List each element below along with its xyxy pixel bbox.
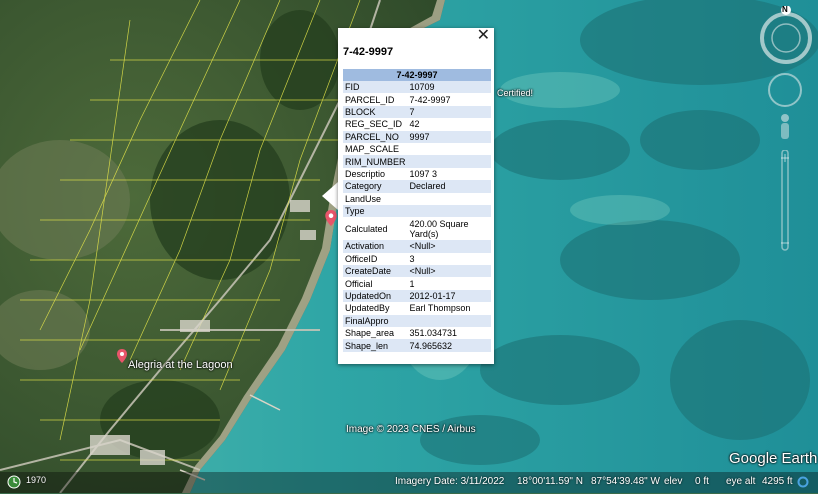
- table-row: BLOCK 7: [343, 105, 491, 119]
- table-row: PARCEL_NO 9997: [343, 130, 491, 143]
- table-row: Shape_len 74.965632: [343, 339, 491, 352]
- compass-ring[interactable]: [758, 5, 814, 71]
- attribute-key: UpdatedBy: [343, 302, 408, 315]
- attribute-value: [407, 314, 491, 328]
- longitude-readout: 87°54'39.48" W: [591, 476, 660, 487]
- attribute-value: 74.965632: [407, 339, 491, 352]
- attribute-key: UpdatedOn: [343, 289, 408, 303]
- attribute-key: FID: [343, 81, 408, 94]
- attribute-value: [407, 142, 491, 156]
- attribute-value: [407, 155, 491, 168]
- place-label[interactable]: Alegria at the Lagoon: [128, 359, 233, 371]
- attribute-value: 420.00 Square Yard(s): [407, 217, 491, 241]
- attribute-table: 7-42-9997 FID 10709 PARCEL_ID 7-42-9997 BLOC…: [343, 69, 491, 352]
- selected-pin-icon[interactable]: [325, 210, 337, 231]
- table-row: Official 1: [343, 277, 491, 290]
- table-row: Activation <Null>: [343, 240, 491, 253]
- popup-pointer: [322, 182, 338, 210]
- attribute-key: BLOCK: [343, 105, 408, 119]
- attribute-value: 1097 3: [407, 167, 491, 181]
- table-header: 7-42-9997: [343, 69, 491, 81]
- table-row: Type: [343, 204, 491, 218]
- table-row: MAP_SCALE: [343, 142, 491, 156]
- attribute-key: FinalAppro: [343, 314, 408, 328]
- attribute-key: REG_SEC_ID: [343, 118, 408, 131]
- table-row: PARCEL_ID 7-42-9997: [343, 93, 491, 106]
- table-row: Shape_area 351.034731: [343, 327, 491, 340]
- imagery-date: Imagery Date: 3/11/2022: [395, 476, 505, 487]
- close-icon[interactable]: ✕: [477, 28, 490, 44]
- table-row: Descriptio 1097 3: [343, 167, 491, 181]
- imagery-attribution: Image © 2023 CNES / Airbus: [346, 424, 476, 435]
- attribute-key: Activation: [343, 240, 408, 253]
- attribute-key: Shape_len: [343, 339, 408, 352]
- attribute-key: OfficeID: [343, 252, 408, 266]
- attribute-key: RIM_NUMBER: [343, 155, 408, 168]
- attribute-key: PARCEL_NO: [343, 130, 408, 143]
- attribute-value: 7: [407, 105, 491, 119]
- attribute-value: 7-42-9997: [407, 93, 491, 106]
- attribute-value: Earl Thompson: [407, 302, 491, 315]
- table-row: REG_SEC_ID 42: [343, 118, 491, 131]
- zoom-slider[interactable]: [778, 149, 792, 257]
- attribute-value: 2012-01-17: [407, 289, 491, 303]
- partial-place-label[interactable]: Certified!: [497, 88, 533, 98]
- attribute-key: Official: [343, 277, 408, 290]
- attribute-value: [407, 204, 491, 218]
- attribute-key: LandUse: [343, 192, 408, 205]
- attribute-key: MAP_SCALE: [343, 142, 408, 156]
- attribute-value: 1: [407, 277, 491, 290]
- attribute-value: 9997: [407, 130, 491, 143]
- historical-year[interactable]: 1970: [26, 475, 46, 485]
- table-row: OfficeID 3: [343, 252, 491, 266]
- attribute-key: Type: [343, 204, 408, 218]
- table-row: RIM_NUMBER: [343, 155, 491, 168]
- attribute-key: Calculated: [343, 217, 408, 241]
- elevation-label: elev: [664, 476, 683, 487]
- loading-status-icon: [797, 475, 809, 493]
- table-row: Calculated 420.00 Square Yard(s): [343, 217, 491, 241]
- google-earth-logo: Google Earth: [729, 450, 818, 467]
- attribute-value: [407, 192, 491, 205]
- attribute-value: 42: [407, 118, 491, 131]
- eye-alt-value: 4295 ft: [762, 476, 793, 487]
- table-row: CreateDate <Null>: [343, 265, 491, 278]
- attribute-key: Descriptio: [343, 167, 408, 181]
- attribute-value: 10709: [407, 81, 491, 94]
- table-row: Category Declared: [343, 180, 491, 193]
- table-row: LandUse: [343, 192, 491, 205]
- parcel-info-popup: ✕ 7-42-9997 7-42-9997 FID 10709 PARCEL_ID 7…: [338, 28, 494, 364]
- attribute-value: 351.034731: [407, 327, 491, 340]
- attribute-key: Category: [343, 180, 408, 193]
- attribute-key: PARCEL_ID: [343, 93, 408, 106]
- attribute-key: Shape_area: [343, 327, 408, 340]
- attribute-value: 3: [407, 252, 491, 266]
- table-row: UpdatedBy Earl Thompson: [343, 302, 491, 315]
- attribute-key: CreateDate: [343, 265, 408, 278]
- attribute-value: Declared: [407, 180, 491, 193]
- table-row: UpdatedOn 2012-01-17: [343, 289, 491, 303]
- attribute-value: <Null>: [407, 265, 491, 278]
- elevation-value: 0 ft: [695, 476, 709, 487]
- popup-title: 7-42-9997: [343, 46, 394, 58]
- latitude-readout: 18°00'11.59" N: [517, 476, 583, 487]
- place-pin-icon[interactable]: [117, 349, 127, 368]
- eye-alt-label: eye alt: [726, 476, 756, 487]
- table-row: FID 10709: [343, 81, 491, 94]
- street-view-person-icon[interactable]: [778, 113, 792, 148]
- historical-imagery-icon[interactable]: [7, 475, 21, 494]
- table-row: FinalAppro: [343, 314, 491, 328]
- attribute-value: <Null>: [407, 240, 491, 253]
- look-joystick[interactable]: [767, 72, 803, 113]
- compass-north-label: N: [782, 5, 788, 14]
